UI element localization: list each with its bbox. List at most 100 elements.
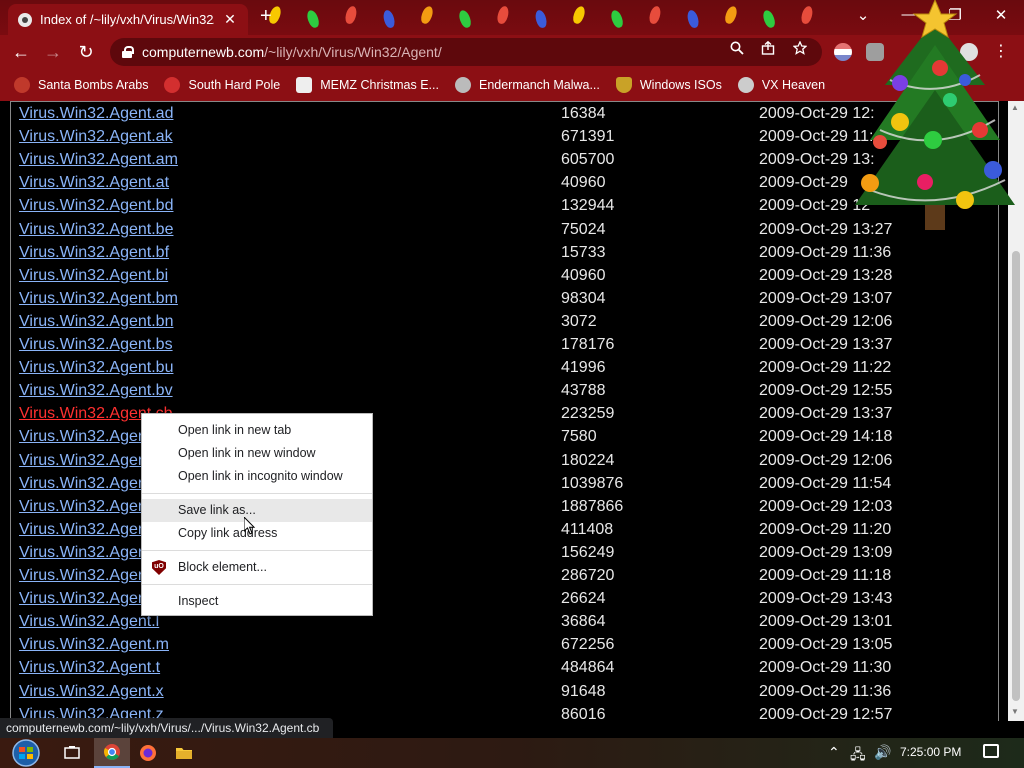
tray-overflow-chevron-icon[interactable]: ⌃ [828,744,840,761]
light-bulb [495,5,511,25]
chrome-taskbar-button[interactable] [94,738,130,768]
file-link[interactable]: Virus.Win32.Agent.am [19,148,178,171]
christmas-tree-decoration [855,0,1015,230]
file-size: 98304 [561,289,606,307]
file-size: 36864 [561,613,606,631]
file-date: 2009-Oct-29 11:18 [759,567,892,584]
start-button[interactable] [6,738,46,768]
share-icon[interactable] [758,40,778,58]
forward-button[interactable]: → [42,41,64,63]
file-date: 2009-Oct-29 11:22 [759,359,892,377]
scroll-down-arrow-icon[interactable]: ▼ [1011,707,1019,716]
file-date: 2009-Oct-29 13:37 [759,336,893,353]
file-date: 2009-Oct-29 13:37 [759,405,893,423]
reload-button[interactable]: ↻ [75,41,97,63]
windows-taskbar: ⌃ 🖧 🔊 7:25:00 PM [0,738,1024,768]
menu-item-open-incognito[interactable]: Open link in incognito window [142,465,372,488]
menu-item-open-new-window[interactable]: Open link in new window [142,442,372,465]
address-bar[interactable]: computernewb.com/~lily/vxh/Virus/Win32/A… [110,38,822,66]
menu-item-save-link-as[interactable]: Save link as... [142,499,372,522]
file-link[interactable]: Virus.Win32.Agent.bf [19,241,169,264]
file-size: 91648 [561,682,606,700]
bookmark-label: VX Heaven [761,78,826,92]
bookmark-item[interactable]: MEMZ Christmas E... [296,77,439,93]
file-size: 223259 [561,405,615,423]
tab-close-icon[interactable]: ✕ [222,11,238,28]
file-link[interactable]: Virus.Win32.Agent.at [19,171,169,194]
scroll-thumb[interactable] [1012,251,1020,701]
file-size: 180224 [561,451,615,469]
file-date: 2009-Oct-29 13:07 [759,289,893,307]
bookmark-item[interactable]: Santa Bombs Arabs [14,77,148,93]
network-icon[interactable]: 🖧 [850,744,866,768]
menu-item-copy-link-address[interactable]: Copy link address [142,522,372,545]
task-view-button[interactable] [54,738,90,768]
menu-item-open-new-tab[interactable]: Open link in new tab [142,419,372,442]
file-link[interactable]: Virus.Win32.Agent.f [19,564,160,587]
search-icon[interactable] [727,41,747,58]
file-link[interactable]: Virus.Win32.Agent.bi [19,264,168,287]
file-link[interactable]: Virus.Win32.Agent.bm [19,287,178,310]
taskbar-clock[interactable]: 7:25:00 PM [900,745,961,759]
skull-icon [737,77,754,93]
file-date: 2009-Oct-29 [759,174,848,192]
menu-separator [142,493,372,494]
file-link[interactable]: Virus.Win32.Agent.l [19,610,159,633]
file-link[interactable]: Virus.Win32.Agent.bd [19,194,173,217]
bookmark-item[interactable]: Endermanch Malwa... [454,77,600,93]
tab-title: Index of /~lily/vxh/Virus/Win32/Agent [40,12,214,27]
file-size: 156249 [561,543,615,561]
file-size: 671391 [561,128,615,146]
lock-icon[interactable] [122,46,134,58]
file-size: 3072 [561,312,597,330]
bookmark-item[interactable]: VX Heaven [737,77,826,93]
menu-item-block-element[interactable]: uO Block element... [142,556,372,579]
file-date: 2009-Oct-29 13:05 [759,636,893,654]
bookmark-label: Santa Bombs Arabs [38,78,149,92]
file-link[interactable]: Virus.Win32.Agent.t [19,656,160,679]
volume-icon[interactable]: 🔊 [874,744,891,761]
file-link[interactable]: Virus.Win32.Agent.bs [19,333,173,356]
file-size: 132944 [561,197,615,215]
folder-icon [176,748,192,759]
file-link[interactable]: Virus.Win32.Agent.ad [19,102,173,125]
santa-icon [14,77,30,93]
file-date: 2009-Oct-29 12:57 [759,705,893,721]
back-button[interactable]: ← [10,41,32,63]
file-size: 672256 [561,636,615,654]
file-link[interactable]: Virus.Win32.Agent.x [19,680,164,703]
url-host: computernewb.com [142,44,265,60]
page-icon [296,77,313,93]
light-bulb [419,4,435,26]
file-date: 2009-Oct-29 12:06 [759,451,893,469]
star-icon[interactable] [790,40,810,58]
file-size: 16384 [561,105,606,122]
notification-center-icon[interactable] [983,744,999,758]
file-date: 2009-Oct-29 14:18 [759,428,893,446]
file-date: 2009-Oct-29 11:54 [759,474,892,492]
file-size: 40960 [561,266,606,284]
file-link[interactable]: Virus.Win32.Agent.m [19,633,169,656]
file-link[interactable]: Virus.Win32.Agent.bv [19,379,173,402]
menu-item-inspect[interactable]: Inspect [142,590,372,613]
bookmark-item[interactable]: Windows ISOs [615,77,722,93]
file-size: 1039876 [561,474,624,492]
file-explorer-taskbar-button[interactable] [166,738,202,768]
ublock-shield-icon: uO [152,560,166,575]
url-path: /~lily/vxh/Virus/Win32/Agent/ [264,44,442,60]
file-link[interactable]: Virus.Win32.Agent.bu [19,356,173,379]
browser-tab-active[interactable]: Index of /~lily/vxh/Virus/Win32/Agent ✕ [8,4,248,35]
firefox-taskbar-button[interactable] [130,738,166,768]
file-link[interactable]: Virus.Win32.Agent.be [19,218,173,241]
file-size: 605700 [561,151,615,169]
listing-row: Virus.Win32.Agent.t 484864 2009-Oct-29 11:… [11,656,1000,679]
flower-icon [164,77,181,93]
file-link[interactable]: Virus.Win32.Agent.bn [19,310,173,333]
file-size: 26624 [561,590,606,608]
bookmark-label: South Hard Pole [188,78,281,92]
file-link[interactable]: Virus.Win32.Agent.ak [19,125,173,148]
new-tab-button[interactable]: + [260,6,272,26]
file-size: 484864 [561,659,615,677]
bookmark-item[interactable]: South Hard Pole [164,77,280,93]
file-date: 2009-Oct-29 11:30 [759,659,892,677]
